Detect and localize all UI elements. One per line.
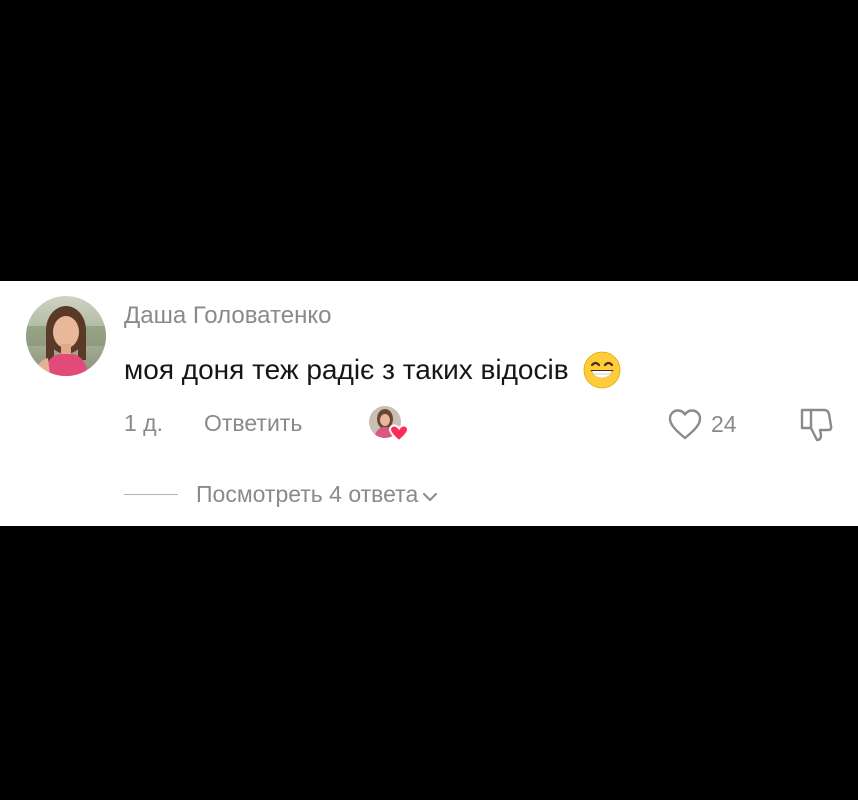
grinning-face-emoji-icon (583, 351, 621, 389)
reply-button[interactable]: Ответить (204, 410, 302, 437)
screenshot-frame: Даша Головатенко моя доня теж радіє з та… (0, 0, 858, 800)
dislike-button[interactable] (796, 404, 836, 449)
timestamp: 1 д. (124, 410, 163, 436)
thumbs-down-icon (800, 408, 833, 442)
divider-line (124, 494, 178, 495)
comment-actions: 1 д. Ответить 24 (124, 406, 844, 443)
comment-card: Даша Головатенко моя доня теж радіє з та… (0, 281, 858, 526)
heart-outline-icon (668, 409, 702, 440)
like-button[interactable]: 24 (667, 406, 737, 442)
comment-body: моя доня теж радіє з таких відосів (124, 354, 569, 385)
username[interactable]: Даша Головатенко (124, 302, 331, 330)
chevron-down-icon (423, 492, 438, 501)
creator-liked-badge-icon (368, 405, 414, 445)
like-count: 24 (711, 410, 737, 437)
user-avatar[interactable] (26, 296, 106, 376)
view-replies-label: Посмотреть 4 ответа (196, 481, 419, 507)
view-replies-button[interactable]: Посмотреть 4 ответа (124, 481, 438, 508)
comment-text: моя доня теж радіє з таких відосів (124, 351, 621, 389)
